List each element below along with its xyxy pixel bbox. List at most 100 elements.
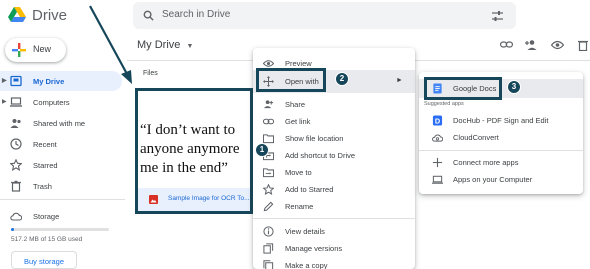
menu-item-label: Show file location [285,134,344,143]
storage-used-text: 517.2 MB of 15 GB used [11,236,83,243]
laptop-icon [432,175,443,184]
file-name-bar[interactable]: Sample Image for OCR To... [138,188,250,211]
search-bar[interactable]: Search in Drive [133,2,516,29]
app-name: Drive [32,7,68,24]
submenu-item-connect-more-apps[interactable]: Connect more apps [419,154,583,171]
storage-usage-fill [11,228,15,231]
share-person-icon [263,100,274,109]
sidebar-item-label: Computers [33,98,70,107]
open-with-submenu: Google Docs Suggested apps D DocHub - PD… [419,72,583,194]
menu-item-add-shortcut[interactable]: Add shortcut to Drive [253,147,415,164]
menu-item-get-link[interactable]: Get link [253,113,415,130]
buy-storage-button[interactable]: Buy storage [11,251,77,269]
clock-icon [10,138,22,150]
menu-item-rename[interactable]: Rename [253,198,415,215]
my-drive-dropdown[interactable]: My Drive ▼ [137,39,193,51]
sidebar-item-shared[interactable]: Shared with me [0,113,122,133]
plus-color-icon [12,43,26,57]
trash-icon [11,180,21,192]
preview-line: me in the end” [140,160,228,176]
drive-logo-icon [8,7,26,22]
trash-icon[interactable] [578,39,588,51]
versions-icon [263,243,274,254]
menu-item-label: Move to [285,168,312,177]
sidebar-item-label: Starred [33,161,58,170]
page-title: My Drive [137,39,181,51]
sidebar-item-label: Trash [33,182,52,191]
link-icon[interactable] [500,40,513,50]
callout-badge: 1 [255,143,269,157]
callout-badge: 2 [335,72,349,86]
menu-item-view-details[interactable]: View details [253,223,415,240]
google-docs-highlight [424,77,502,100]
expand-caret-icon[interactable]: ▶ [2,77,7,84]
preview-line: anyone anymore [140,141,240,157]
menu-item-label: Preview [285,59,312,68]
callout-badge: 3 [507,80,521,94]
submenu-item-dochub[interactable]: D DocHub - PDF Sign and Edit [419,112,583,129]
buy-storage-label: Buy storage [23,257,65,266]
cloud-icon [10,212,22,221]
menu-item-label: Make a copy [285,261,328,269]
my-drive-icon [10,75,22,87]
files-section-label: Files [143,70,158,77]
sidebar-item-trash[interactable]: Trash [0,176,122,196]
sidebar-item-storage[interactable]: Storage [0,206,122,226]
submenu-divider [419,150,583,151]
drive-logo[interactable]: Drive [4,6,84,26]
new-button[interactable]: New [5,38,66,62]
submenu-item-cloudconvert[interactable]: CloudConvert [419,129,583,146]
plus-icon [432,157,443,168]
filter-options-icon[interactable] [492,11,503,21]
sidebar-item-label: Recent [33,140,57,149]
pencil-icon [263,201,274,212]
sidebar-divider [0,199,125,200]
menu-item-move-to[interactable]: Move to [253,164,415,181]
chevron-down-icon: ▼ [186,43,194,50]
add-person-icon[interactable] [525,39,538,51]
sidebar-item-my-drive[interactable]: ▶ My Drive [0,71,122,91]
file-name: Sample Image for OCR To... [168,195,250,202]
star-icon [10,159,22,171]
copy-icon [263,260,274,269]
menu-item-make-a-copy[interactable]: Make a copy [253,257,415,269]
menu-item-label: Add shortcut to Drive [285,151,356,160]
search-icon [143,10,154,21]
sidebar-item-computers[interactable]: ▶ Computers [0,92,122,112]
new-button-label: New [33,44,52,54]
menu-item-add-to-starred[interactable]: Add to Starred [253,181,415,198]
sidebar-item-starred[interactable]: Starred [0,155,122,175]
eye-icon[interactable] [551,40,564,50]
menu-item-label: Manage versions [285,244,343,253]
dochub-icon: D [432,115,443,126]
menu-item-label: View details [285,227,325,236]
file-card[interactable]: “I don’t want to anyone anymore me in th… [135,88,253,214]
header-actions [500,37,590,53]
sidebar-item-label: Shared with me [33,119,86,128]
move-to-icon [263,168,274,178]
storage-usage-bar [11,228,109,231]
svg-text:D: D [435,116,440,125]
menu-divider [253,218,415,219]
menu-item-label: Rename [285,202,314,211]
folder-icon [263,134,274,144]
menu-item-label: Add to Starred [285,185,334,194]
sidebar-item-recent[interactable]: Recent [0,134,122,154]
image-file-icon [149,195,158,204]
menu-item-share[interactable]: Share [253,96,415,113]
preview-line: “I don’t want to [140,122,236,138]
suggested-apps-caption: Suggested apps [424,101,464,107]
context-menu: Preview Open with ► Share Get link Show … [253,48,415,269]
submenu-item-apps-on-computer[interactable]: Apps on your Computer [419,171,583,188]
storage-label: Storage [33,212,60,221]
menu-item-manage-versions[interactable]: Manage versions [253,240,415,257]
file-preview: “I don’t want to anyone anymore me in th… [140,121,240,178]
open-with-highlight [256,68,326,92]
submenu-item-label: DocHub - PDF Sign and Edit [453,116,549,125]
cloudconvert-icon [432,134,443,142]
search-input[interactable]: Search in Drive [162,9,230,20]
menu-item-show-file-location[interactable]: Show file location [253,130,415,147]
menu-item-label: Get link [285,117,311,126]
sidebar-item-label: My Drive [33,77,65,86]
expand-caret-icon[interactable]: ▶ [2,98,7,105]
